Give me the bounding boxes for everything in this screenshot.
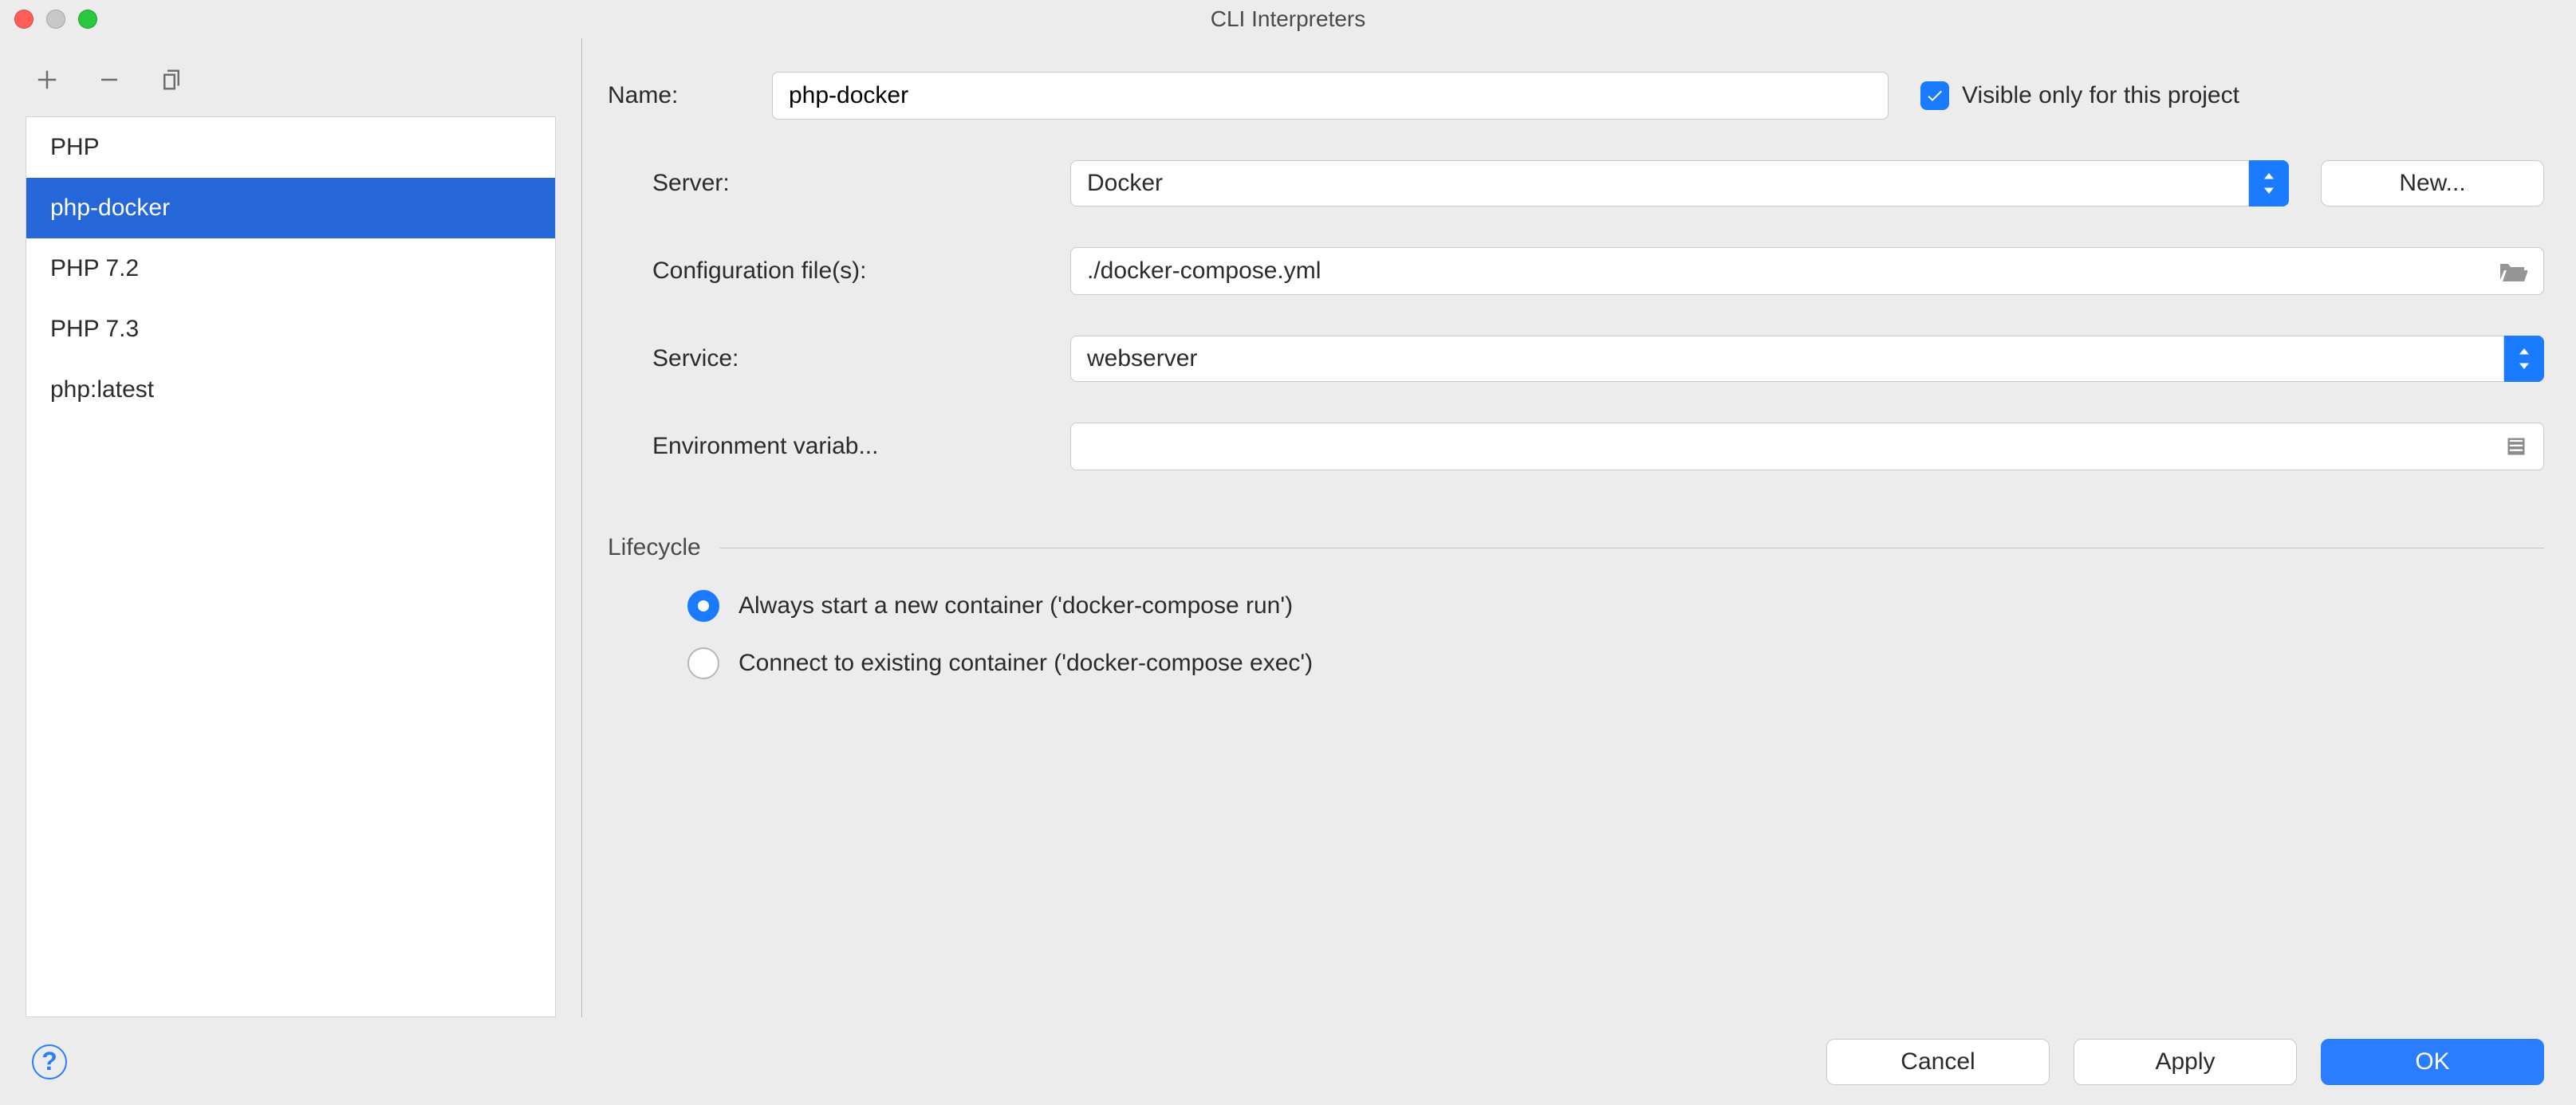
- zoom-window-button[interactable]: [78, 10, 97, 29]
- lifecycle-option-run[interactable]: Always start a new container ('docker-co…: [608, 577, 2544, 635]
- radio-button[interactable]: [687, 590, 719, 622]
- dropdown-arrows-icon: [2504, 336, 2544, 382]
- list-item[interactable]: PHP 7.3: [26, 299, 555, 360]
- dropdown-arrows-icon: [2249, 160, 2289, 206]
- window-controls: [0, 10, 97, 29]
- lifecycle-option-label: Connect to existing container ('docker-c…: [739, 650, 1313, 677]
- list-item[interactable]: PHP 7.2: [26, 238, 555, 299]
- config-file-value: ./docker-compose.yml: [1087, 258, 1321, 285]
- window-title: CLI Interpreters: [0, 6, 2576, 32]
- ok-button[interactable]: OK: [2321, 1039, 2544, 1085]
- list-item[interactable]: php-docker: [26, 178, 555, 238]
- radio-button[interactable]: [687, 647, 719, 679]
- name-input[interactable]: [772, 72, 1889, 120]
- lifecycle-section-header: Lifecycle: [608, 534, 2544, 561]
- dialog-body: PHP php-docker PHP 7.2 PHP 7.3 php:lates…: [0, 38, 2576, 1105]
- list-edit-icon[interactable]: [2505, 435, 2527, 458]
- help-icon[interactable]: ?: [32, 1044, 67, 1079]
- lifecycle-option-exec[interactable]: Connect to existing container ('docker-c…: [608, 635, 2544, 692]
- service-select-value: webserver: [1070, 336, 2504, 382]
- list-item[interactable]: php:latest: [26, 360, 555, 420]
- minimize-window-button[interactable]: [46, 10, 65, 29]
- sidebar: PHP php-docker PHP 7.2 PHP 7.3 php:lates…: [0, 38, 582, 1017]
- interpreters-list: PHP php-docker PHP 7.2 PHP 7.3 php:lates…: [26, 116, 556, 1017]
- server-select[interactable]: Docker: [1070, 160, 2289, 206]
- service-label: Service:: [608, 345, 1070, 372]
- config-file-label: Configuration file(s):: [608, 258, 1070, 285]
- cancel-button[interactable]: Cancel: [1826, 1039, 2050, 1085]
- env-vars-field[interactable]: [1070, 423, 2544, 470]
- dialog-footer: ? Cancel Apply OK: [0, 1017, 2576, 1105]
- server-label: Server:: [608, 170, 1070, 197]
- add-icon[interactable]: [35, 68, 59, 97]
- close-window-button[interactable]: [14, 10, 33, 29]
- sidebar-toolbar: [26, 54, 556, 110]
- config-file-field[interactable]: ./docker-compose.yml: [1070, 247, 2544, 295]
- env-vars-label: Environment variab...: [608, 433, 1070, 460]
- server-select-value: Docker: [1070, 160, 2249, 206]
- lifecycle-title: Lifecycle: [608, 534, 701, 561]
- dialog-content: PHP php-docker PHP 7.2 PHP 7.3 php:lates…: [0, 38, 2576, 1017]
- section-rule: [720, 548, 2544, 549]
- apply-button[interactable]: Apply: [2074, 1039, 2297, 1085]
- service-select[interactable]: webserver: [1070, 336, 2544, 382]
- name-input-field[interactable]: [789, 73, 1872, 119]
- new-server-button[interactable]: New...: [2321, 160, 2544, 206]
- list-item[interactable]: PHP: [26, 117, 555, 178]
- main-form: Name: Visible only for this project Serv…: [582, 38, 2576, 1017]
- visible-checkbox-label: Visible only for this project: [1962, 82, 2239, 109]
- footer-buttons: Cancel Apply OK: [1826, 1039, 2544, 1085]
- remove-icon[interactable]: [97, 68, 121, 97]
- lifecycle-option-label: Always start a new container ('docker-co…: [739, 592, 1293, 619]
- visible-checkbox[interactable]: [1920, 81, 1949, 110]
- dialog-window: CLI Interpreters PHP php-doc: [0, 0, 2576, 1105]
- copy-icon[interactable]: [160, 68, 183, 97]
- titlebar: CLI Interpreters: [0, 0, 2576, 38]
- folder-open-icon[interactable]: [2499, 259, 2527, 283]
- name-label: Name:: [608, 82, 711, 109]
